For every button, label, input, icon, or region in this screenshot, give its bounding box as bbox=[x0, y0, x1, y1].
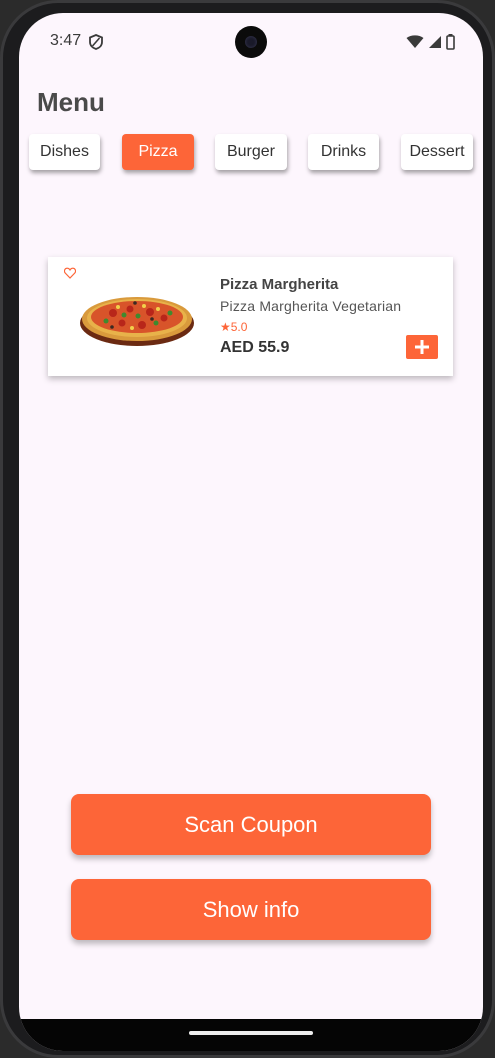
add-to-cart-button[interactable] bbox=[406, 335, 438, 359]
wifi-icon bbox=[406, 35, 424, 48]
heart-outline-icon[interactable] bbox=[64, 267, 76, 279]
menu-item-card[interactable]: Pizza Margherita Pizza Margherita Vegeta… bbox=[48, 257, 453, 376]
battery-icon bbox=[446, 34, 455, 50]
item-description: Pizza Margherita Vegetarian bbox=[220, 298, 402, 314]
plus-icon bbox=[415, 340, 429, 354]
pizza-image bbox=[80, 297, 194, 346]
item-name: Pizza Margherita bbox=[220, 276, 339, 293]
category-chip-drinks[interactable]: Drinks bbox=[308, 134, 379, 170]
phone-frame: 3:47 Menu Dishes Pizza Burger Drinks Des… bbox=[0, 0, 495, 1058]
category-chip-pizza[interactable]: Pizza bbox=[122, 134, 194, 170]
item-price: AED 55.9 bbox=[220, 339, 290, 356]
category-chip-burger[interactable]: Burger bbox=[215, 134, 287, 170]
scan-coupon-button[interactable]: Scan Coupon bbox=[71, 794, 431, 855]
status-time: 3:47 bbox=[50, 32, 82, 49]
home-indicator[interactable] bbox=[189, 1031, 313, 1035]
category-chip-dishes[interactable]: Dishes bbox=[29, 134, 100, 170]
navigation-bar bbox=[19, 1019, 483, 1051]
category-chip-dessert[interactable]: Dessert bbox=[401, 134, 473, 170]
signal-icon bbox=[429, 36, 441, 48]
status-bar: 3:47 bbox=[19, 13, 483, 71]
show-info-button[interactable]: Show info bbox=[71, 879, 431, 940]
app-screen: 3:47 Menu Dishes Pizza Burger Drinks Des… bbox=[19, 13, 483, 1051]
item-rating: ★5.0 bbox=[220, 320, 248, 334]
shield-icon bbox=[89, 34, 103, 50]
status-icons bbox=[406, 34, 455, 50]
page-title: Menu bbox=[37, 87, 105, 117]
front-camera bbox=[235, 26, 267, 58]
